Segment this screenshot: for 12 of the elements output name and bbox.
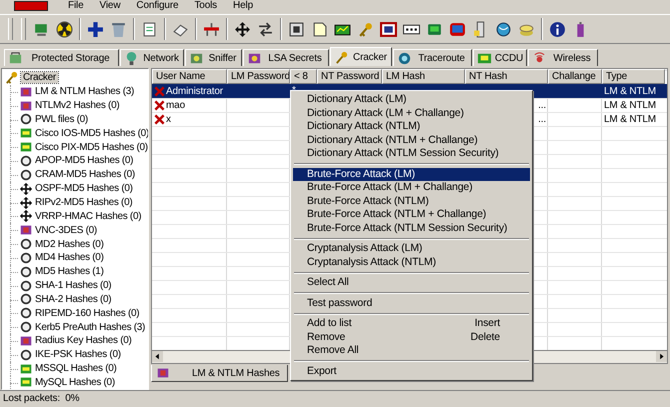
table-cell: LM & NTLM [604,112,656,126]
shortcut-label: Delete [470,330,500,344]
status-text: Lost packets: 0% [3,393,80,404]
table-cell: ... [538,112,546,126]
table-cell: mao [166,98,186,112]
table-cell: LM & NTLM [604,84,656,98]
table-cell: * [292,84,296,97]
shortcut-label: Insert [474,317,500,330]
table-cell: LM & NTLM [604,98,656,112]
table-cell: x [166,112,171,126]
table-cell: ... [538,98,546,112]
table-cell: Administrator [166,84,223,98]
